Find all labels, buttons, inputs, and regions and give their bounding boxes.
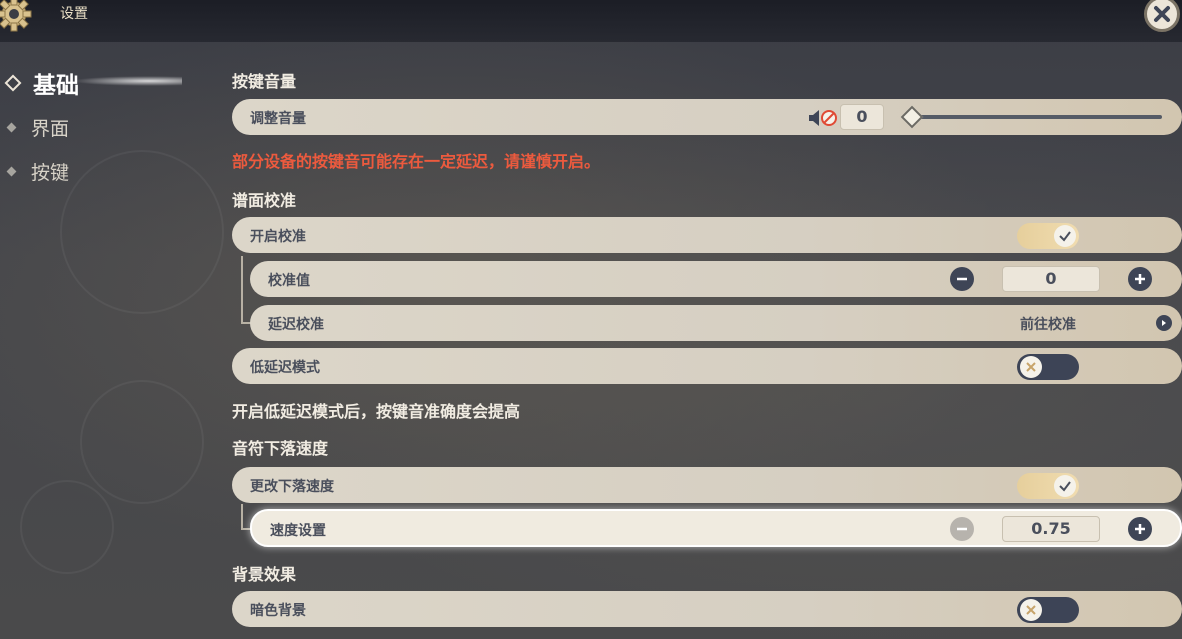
change-speed-row: 更改下落速度 — [232, 467, 1182, 503]
gear-icon — [0, 0, 32, 32]
x-icon — [1026, 605, 1036, 615]
minus-icon — [957, 527, 967, 531]
low-latency-row: 低延迟模式 — [232, 348, 1182, 384]
calibration-offset-value[interactable]: 0 — [1002, 266, 1100, 292]
latency-calibration-label: 延迟校准 — [268, 317, 324, 333]
minus-icon — [957, 277, 967, 281]
volume-value[interactable]: 0 — [840, 104, 884, 130]
low-latency-note: 开启低延迟模式后，按键音准确度会提高 — [232, 402, 521, 421]
latency-calibration-row[interactable]: 延迟校准 前往校准 — [250, 305, 1182, 341]
section-title-note-speed: 音符下落速度 — [232, 439, 329, 458]
window-title: 设置 — [60, 6, 88, 22]
sidebar-item-interface[interactable]: 界面 — [6, 114, 70, 141]
enable-calibration-label: 开启校准 — [250, 229, 306, 245]
plus-icon — [1135, 524, 1145, 534]
section-title-key-volume: 按键音量 — [232, 72, 297, 91]
volume-row: 调整音量 0 — [232, 99, 1182, 135]
dark-background-toggle[interactable] — [1017, 597, 1079, 623]
change-speed-label: 更改下落速度 — [250, 479, 334, 495]
enable-calibration-toggle[interactable] — [1017, 223, 1079, 249]
low-latency-toggle[interactable] — [1017, 354, 1079, 380]
toggle-knob — [1020, 599, 1042, 621]
diamond-icon — [4, 74, 22, 92]
change-speed-toggle[interactable] — [1017, 473, 1079, 499]
close-icon — [1154, 6, 1170, 22]
nav-highlight-glow — [72, 76, 182, 86]
section-title-calibration: 谱面校准 — [232, 191, 297, 210]
mute-icon[interactable] — [808, 108, 838, 128]
decrease-button[interactable] — [950, 517, 974, 541]
enable-calibration-row: 开启校准 — [232, 217, 1182, 253]
background-decoration — [60, 150, 224, 314]
x-icon — [1026, 362, 1036, 372]
calibration-offset-label: 校准值 — [268, 273, 310, 289]
toggle-knob — [1054, 225, 1076, 247]
speed-setting-row: 速度设置 0.75 — [250, 509, 1182, 547]
calibration-offset-row: 校准值 0 — [250, 261, 1182, 297]
check-icon — [1059, 231, 1071, 242]
plus-icon — [1135, 274, 1145, 284]
speed-value[interactable]: 0.75 — [1002, 516, 1100, 542]
background-decoration — [20, 480, 114, 574]
sidebar-item-label: 按键 — [31, 162, 70, 184]
section-title-background: 背景效果 — [232, 565, 297, 584]
toggle-knob — [1020, 356, 1042, 378]
sidebar-item-keys[interactable]: 按键 — [6, 158, 70, 185]
volume-slider-track[interactable] — [912, 115, 1162, 119]
sidebar-item-basic[interactable]: 基础 — [4, 66, 79, 100]
volume-label: 调整音量 — [250, 111, 306, 127]
sidebar-item-label: 基础 — [33, 73, 79, 99]
close-button[interactable] — [1144, 0, 1180, 32]
toggle-knob — [1054, 475, 1076, 497]
speed-setting-label: 速度设置 — [270, 523, 326, 539]
arrow-right-icon[interactable] — [1156, 315, 1172, 331]
dark-background-row: 暗色背景 — [232, 591, 1182, 627]
volume-slider-thumb[interactable] — [900, 105, 924, 129]
key-sound-warning: 部分设备的按键音可能存在一定延迟，请谨慎开启。 — [232, 152, 601, 171]
dark-background-label: 暗色背景 — [250, 603, 306, 619]
diamond-icon — [6, 122, 17, 133]
background-decoration — [80, 380, 204, 504]
go-calibrate-link[interactable]: 前往校准 — [1020, 314, 1076, 334]
increase-button[interactable] — [1128, 267, 1152, 291]
decrease-button[interactable] — [950, 267, 974, 291]
title-bar: 设置 — [0, 0, 1182, 42]
sidebar-item-label: 界面 — [31, 118, 70, 140]
sub-setting-bracket — [241, 256, 251, 324]
increase-button[interactable] — [1128, 517, 1152, 541]
check-icon — [1059, 481, 1071, 492]
diamond-icon — [6, 166, 17, 177]
low-latency-label: 低延迟模式 — [250, 360, 320, 376]
